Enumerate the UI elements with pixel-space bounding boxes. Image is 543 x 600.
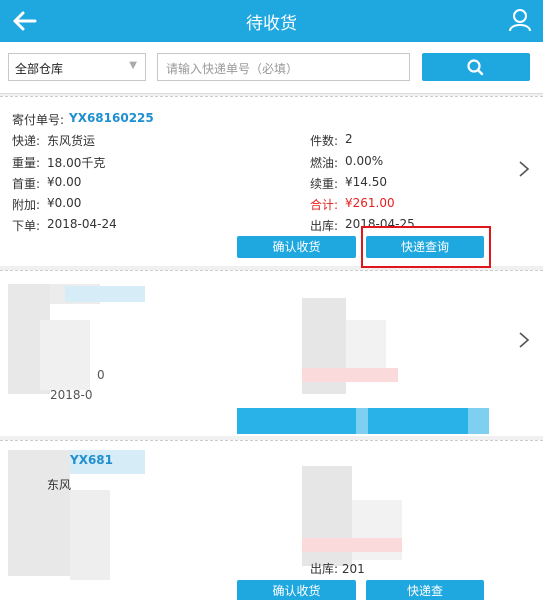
highlight-box (361, 226, 491, 268)
total-label: 合计: (310, 198, 339, 212)
card-divider (0, 96, 543, 97)
pixelated-block (237, 408, 356, 434)
pieces-label: 件数: (310, 134, 339, 148)
order-card-blurred: YX681 东风 出库: 201 确认收货 快递查 (0, 440, 543, 600)
confirm-receipt-button[interactable]: 确认收货 (237, 236, 356, 258)
warehouse-select-value: 全部仓库 (15, 62, 64, 76)
page-title: 待收货 (246, 14, 297, 34)
total-value: ¥261.00 (345, 196, 395, 210)
chevron-down-icon: ▼ (129, 60, 137, 71)
chevron-right-icon[interactable] (517, 159, 531, 179)
tracking-number-input[interactable]: 请输入快递单号（必填） (157, 53, 410, 81)
search-button[interactable] (422, 53, 530, 81)
weight-value: 18.00千克 (47, 156, 106, 170)
card-divider (0, 440, 543, 441)
confirm-receipt-button[interactable]: 确认收货 (237, 580, 356, 600)
first-weight-label: 首重: (12, 177, 41, 191)
pixelated-block (65, 286, 145, 302)
courier-value: 东风货运 (47, 134, 96, 148)
pixelated-block (302, 368, 398, 382)
pixelated-block (302, 538, 402, 552)
blurred-outbound: 出库: 201 (310, 562, 365, 576)
order-number: YX68160225 (69, 111, 154, 125)
pixelated-block (8, 450, 70, 576)
blurred-courier: 东风 (47, 478, 72, 492)
pieces-value: 2 (345, 132, 353, 146)
order-number-label: 寄付单号: (12, 113, 65, 127)
filter-toolbar: 全部仓库 ▼ 请输入快递单号（必填） (0, 42, 543, 94)
first-weight-value: ¥0.00 (47, 175, 82, 189)
user-icon[interactable] (509, 8, 531, 32)
warehouse-select[interactable]: 全部仓库 ▼ (8, 53, 146, 81)
continued-weight-label: 续重: (310, 177, 339, 191)
header-bar: 待收货 (0, 0, 543, 42)
pixelated-block (70, 490, 110, 580)
fuel-value: 0.00% (345, 154, 384, 168)
blurred-date: 2018-0 (50, 388, 93, 402)
continued-weight-value: ¥14.50 (345, 175, 387, 189)
chevron-right-icon[interactable] (517, 330, 531, 350)
courier-label: 快递: (12, 134, 41, 148)
card-divider (0, 270, 543, 271)
outbound-label: 出库: (310, 219, 339, 233)
weight-label: 重量: (12, 156, 41, 170)
extra-fee-label: 附加: (12, 198, 41, 212)
fuel-label: 燃油: (310, 156, 339, 170)
pixelated-block (40, 320, 90, 390)
pixelated-block (368, 408, 468, 434)
track-shipment-button[interactable]: 快递查 (366, 580, 484, 600)
order-card: 寄付单号: YX68160225 快递: 东风货运 重量: 18.00千克 首重… (0, 96, 543, 268)
order-date-value: 2018-04-24 (47, 217, 117, 231)
blurred-order-number: YX681 (70, 453, 113, 467)
order-card-blurred: 2018-0 0 (0, 270, 543, 436)
search-icon (467, 59, 484, 76)
extra-fee-value: ¥0.00 (47, 196, 82, 210)
blurred-value: 0 (97, 368, 105, 382)
order-date-label: 下单: (12, 219, 41, 233)
